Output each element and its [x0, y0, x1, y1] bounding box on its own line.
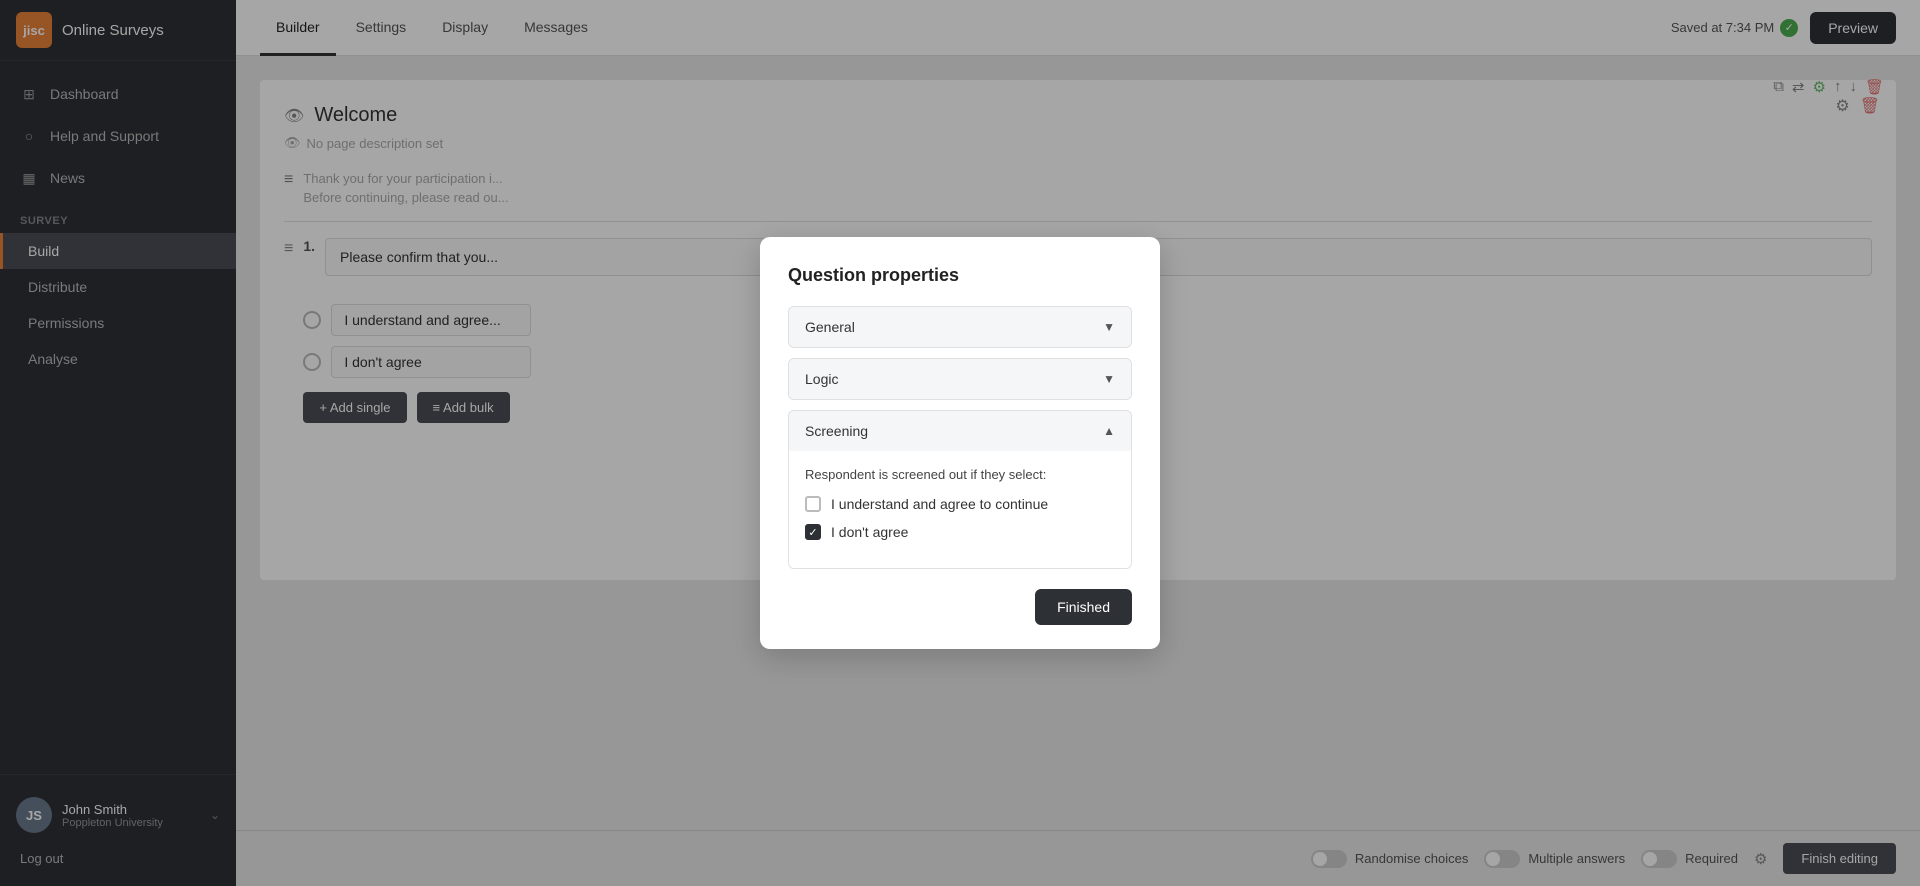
screening-accordion: Screening ▲ Respondent is screened out i…	[788, 410, 1132, 569]
screening-accordion-header[interactable]: Screening ▲	[789, 411, 1131, 451]
general-chevron-down-icon: ▼	[1103, 320, 1115, 334]
logic-accordion-header[interactable]: Logic ▼	[789, 359, 1131, 399]
general-accordion-header[interactable]: General ▼	[789, 307, 1131, 347]
modal-overlay: Question properties General ▼ Logic ▼ Sc…	[0, 0, 1920, 886]
checkbox-agree[interactable]	[805, 496, 821, 512]
modal-footer: Finished	[788, 589, 1132, 625]
general-label: General	[805, 319, 855, 335]
screening-label: Screening	[805, 423, 868, 439]
screening-chevron-up-icon: ▲	[1103, 424, 1115, 438]
modal-title: Question properties	[788, 265, 1132, 286]
logic-label: Logic	[805, 371, 838, 387]
checkbox-disagree-label: I don't agree	[831, 524, 908, 540]
logic-chevron-down-icon: ▼	[1103, 372, 1115, 386]
question-properties-modal: Question properties General ▼ Logic ▼ Sc…	[760, 237, 1160, 649]
checkbox-disagree[interactable]: ✓	[805, 524, 821, 540]
screening-accordion-body: Respondent is screened out if they selec…	[789, 451, 1131, 568]
checkbox-row-agree: I understand and agree to continue	[805, 496, 1115, 512]
checkbox-agree-label: I understand and agree to continue	[831, 496, 1048, 512]
general-accordion: General ▼	[788, 306, 1132, 348]
logic-accordion: Logic ▼	[788, 358, 1132, 400]
screening-description: Respondent is screened out if they selec…	[805, 467, 1115, 482]
checkbox-row-disagree: ✓ I don't agree	[805, 524, 1115, 540]
finished-button[interactable]: Finished	[1035, 589, 1132, 625]
